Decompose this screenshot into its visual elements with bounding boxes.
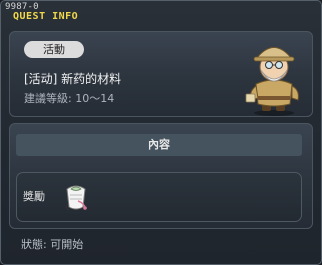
status-label: 狀態: — [21, 238, 51, 251]
quest-content-panel: 內容 獎勵 — [9, 123, 313, 229]
reward-label: 獎勵 — [23, 190, 45, 203]
quest-status: 狀態: 可開始 — [21, 238, 83, 251]
reward-box: 獎勵 — [16, 172, 302, 222]
status-value: 可開始 — [50, 238, 84, 251]
recommended-level: 建議等級: 10～14 — [24, 92, 115, 105]
quest-summary-panel: 活動 [活动] 新药的材料 建議等級: 10～14 — [9, 31, 313, 117]
white-scroll-item-icon[interactable] — [61, 181, 91, 213]
title-bar[interactable]: 9987-0 QUEST INFO — [1, 1, 321, 25]
window-title: QUEST INFO — [13, 11, 79, 22]
npc-explorer-icon — [245, 47, 299, 116]
category-badge: 活動 — [24, 41, 84, 58]
quest-name: [活动] 新药的材料 — [24, 72, 122, 86]
content-header: 內容 — [16, 134, 302, 156]
quest-info-window: 9987-0 QUEST INFO 活動 [活动] 新药的材料 建議等級: 10… — [0, 0, 322, 265]
